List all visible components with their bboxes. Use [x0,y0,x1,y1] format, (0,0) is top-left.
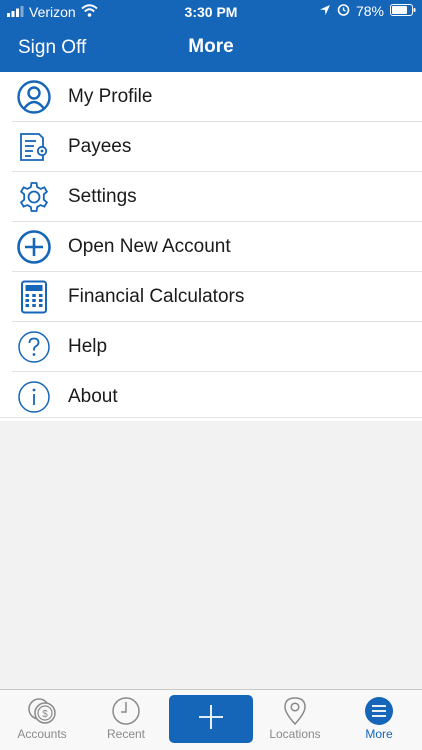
menu-item-label: Open New Account [68,236,231,257]
plus-circle-icon [17,230,51,264]
profile-icon [17,80,51,114]
calculator-icon [17,280,51,314]
location-arrow-icon [319,3,331,19]
payees-icon [17,130,51,164]
bottom-tab-bar: $ Accounts Recent Locations More [0,689,422,750]
menu-item-payees[interactable]: Payees [12,122,422,172]
add-button[interactable] [169,695,253,743]
info-icon [17,380,51,414]
tab-accounts[interactable]: $ Accounts [0,690,84,750]
menu-item-my-profile[interactable]: My Profile [12,72,422,122]
menu-item-open-new-account[interactable]: Open New Account [12,222,422,272]
menu-item-help[interactable]: Help [12,322,422,372]
menu-item-label: My Profile [68,86,153,107]
battery-percent: 78% [355,3,384,19]
status-bar: Verizon 3:30 PM 78% [0,0,422,24]
tab-label: Accounts [17,727,67,741]
status-right: 78% [319,3,416,19]
map-pin-icon [280,696,310,726]
tab-label: Locations [269,727,321,741]
menu-item-about[interactable]: About [12,372,422,421]
gear-icon [17,180,51,214]
menu-item-label: Financial Calculators [68,286,245,307]
more-menu-list: My Profile Payees Settings Open New Acco… [0,72,422,421]
menu-item-label: Payees [68,136,132,157]
svg-text:$: $ [42,709,48,720]
dollar-coins-icon: $ [27,696,57,726]
menu-divider [0,417,422,418]
alarm-icon [337,3,350,19]
tab-more[interactable]: More [337,690,421,750]
page-title: More [188,36,234,57]
tab-label: Recent [106,727,146,741]
menu-item-settings[interactable]: Settings [12,172,422,222]
menu-item-financial-calculators[interactable]: Financial Calculators [12,272,422,322]
nav-bar: Sign Off More [0,28,422,68]
menu-icon [364,696,394,726]
clock-icon [111,696,141,726]
app-header: Verizon 3:30 PM 78% Sign Off More [0,0,422,72]
menu-item-label: Help [68,336,108,357]
menu-item-label: Settings [68,186,137,207]
add-icon [198,704,224,735]
menu-item-label: About [68,386,118,407]
tab-label: More [365,727,393,741]
battery-icon [390,3,416,19]
tab-locations[interactable]: Locations [253,690,337,750]
question-icon [17,330,51,364]
tab-recent[interactable]: Recent [84,690,168,750]
